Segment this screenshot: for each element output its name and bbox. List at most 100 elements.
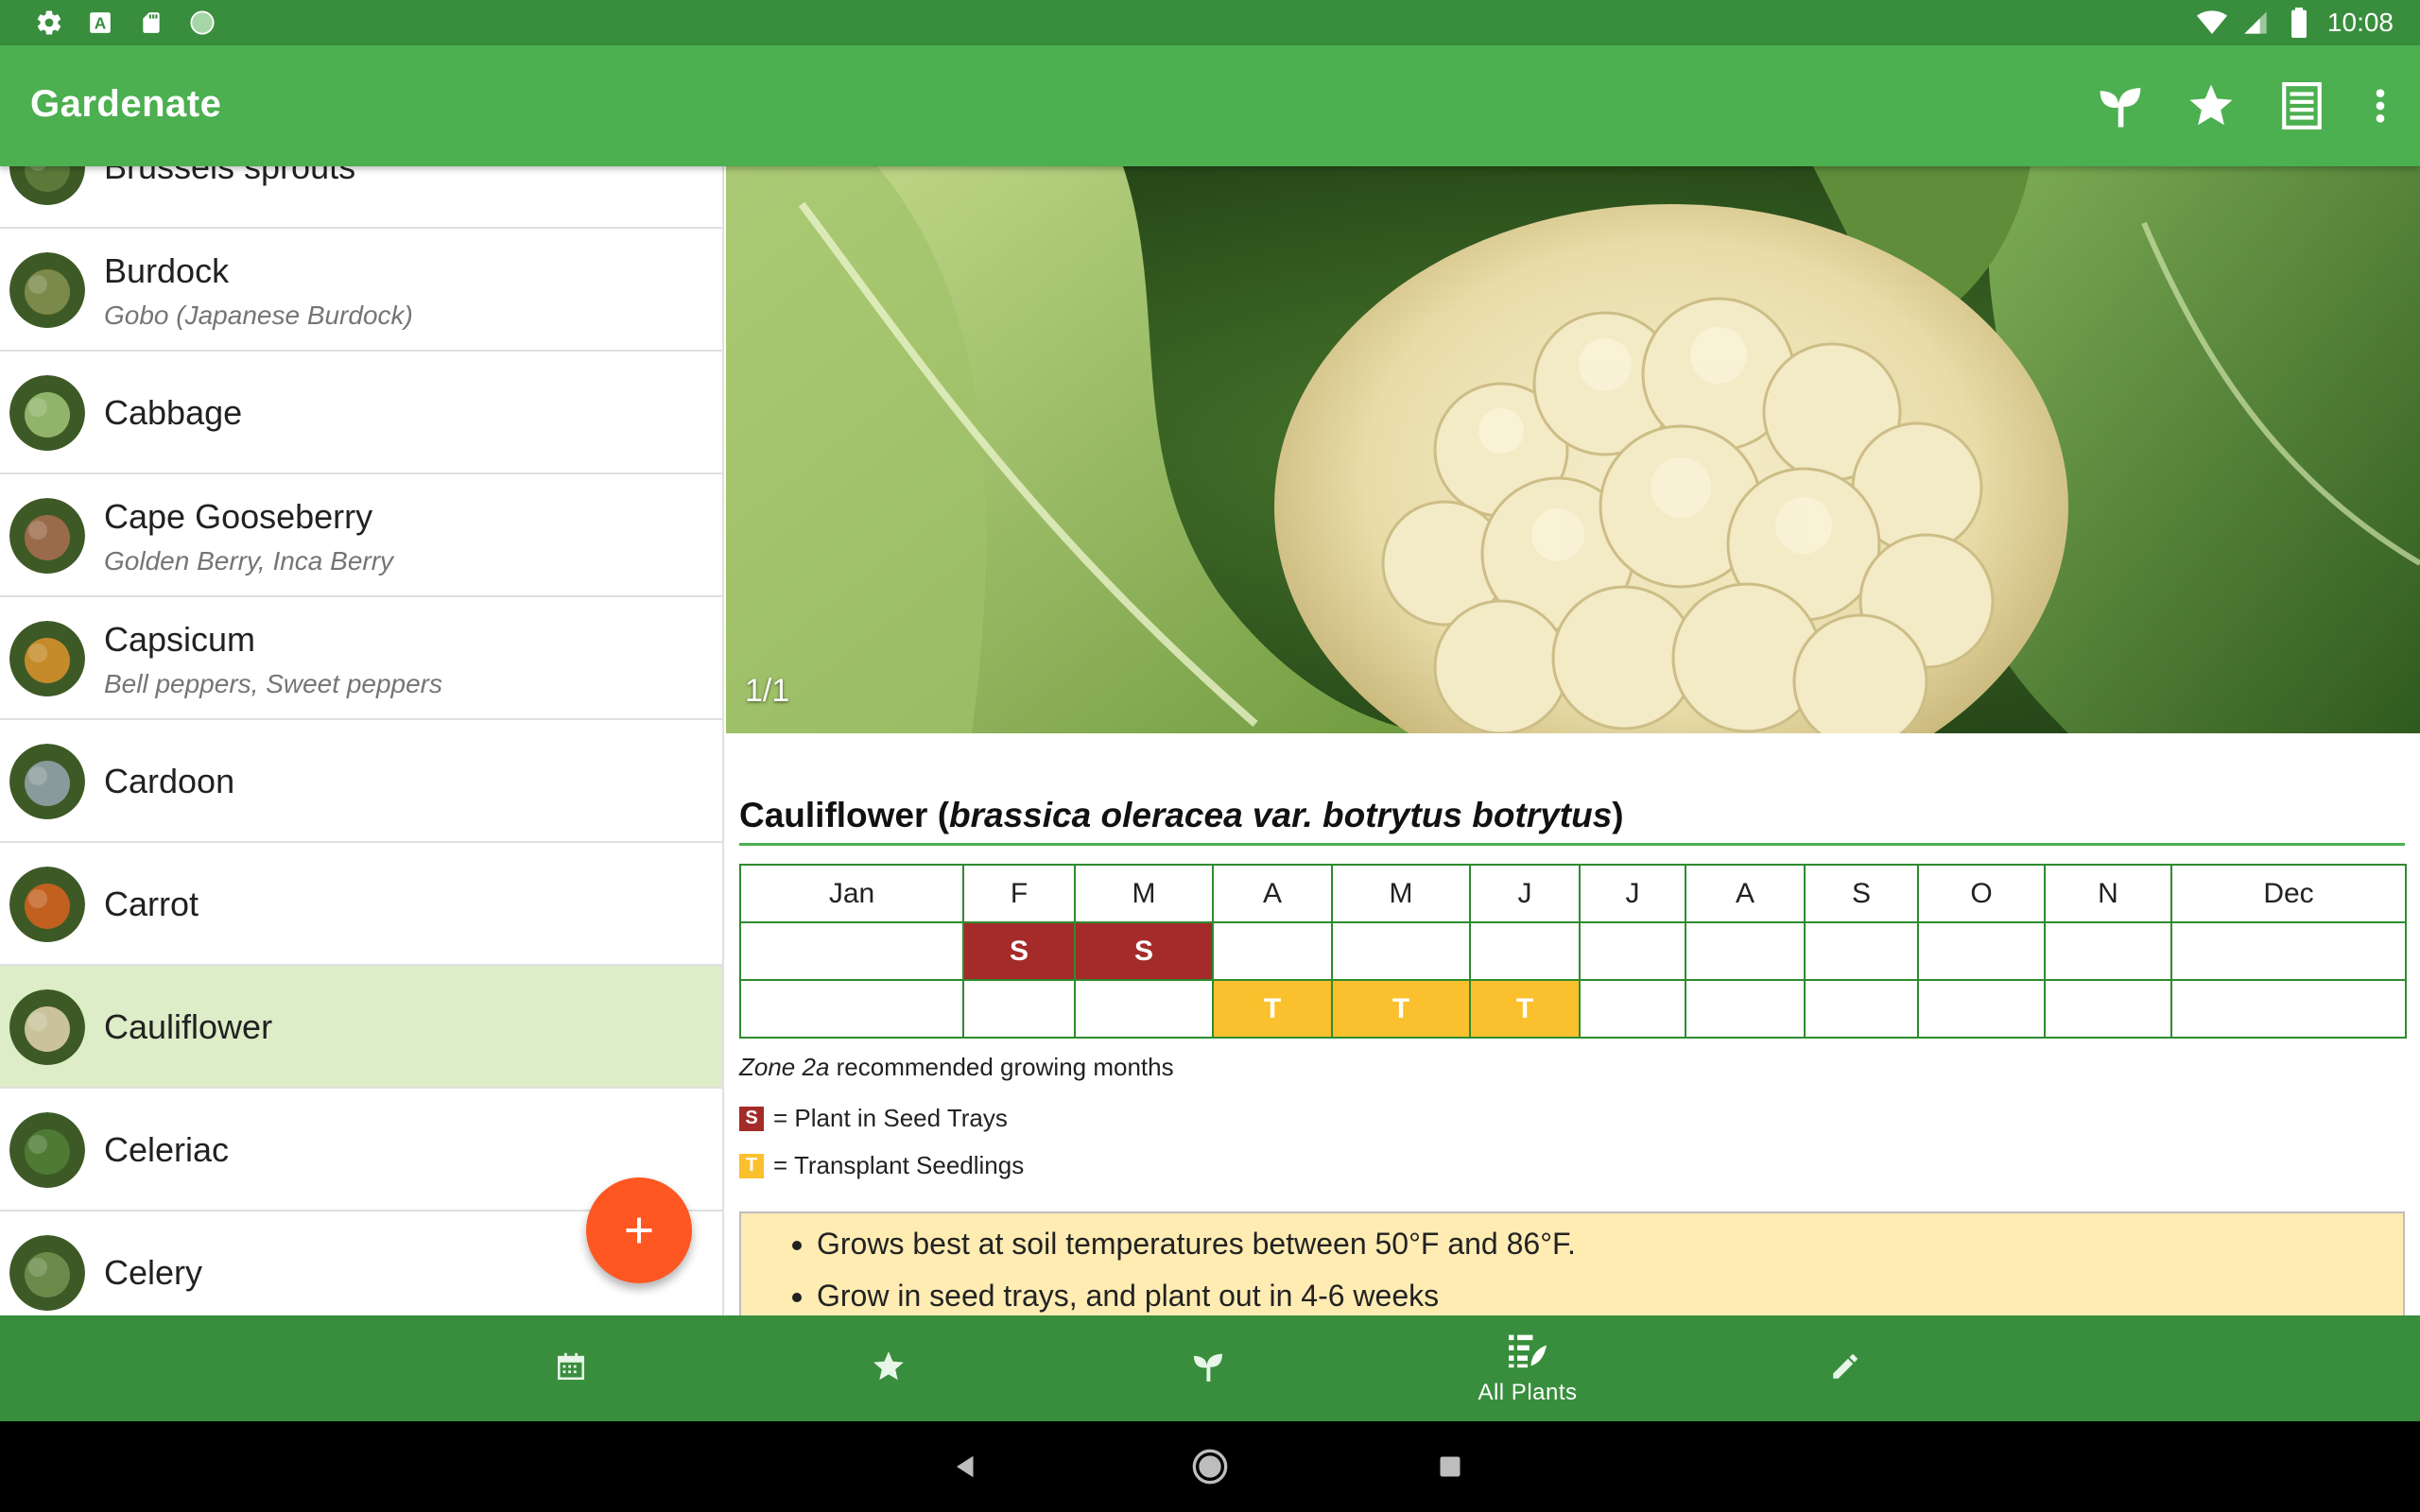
plant-list-item[interactable]: Brussels sprouts <box>0 166 722 229</box>
calendar-cell <box>1074 979 1214 1039</box>
zone-name[interactable]: Zone 2a <box>739 1053 829 1081</box>
plant-name: Cape Gooseberry <box>104 497 373 536</box>
month-header: J <box>1579 864 1686 923</box>
calendar-cell <box>2044 979 2172 1039</box>
month-header: M <box>1074 864 1214 923</box>
month-header-row: Jan F M A M J J A S O N Dec <box>739 864 2407 923</box>
system-navigation-bar <box>0 1421 2420 1512</box>
calendar-cell <box>962 979 1076 1039</box>
home-icon <box>1192 1449 1228 1485</box>
plant-list-item[interactable]: Burdock Gobo (Japanese Burdock) <box>0 229 722 352</box>
calendar-cell <box>1469 921 1581 981</box>
list-view-button[interactable] <box>2271 76 2333 136</box>
plant-thumbnail <box>9 252 85 328</box>
plant-list[interactable]: Brussels sprouts Burdock Gobo (Japanese Bu… <box>0 166 724 1315</box>
nav-notes[interactable] <box>1751 1315 1940 1421</box>
calendar-cell <box>1212 921 1333 981</box>
sd-card-icon <box>136 8 166 38</box>
all-plants-icon <box>1507 1332 1548 1374</box>
calendar-cell <box>1579 979 1686 1039</box>
nav-calendar[interactable] <box>476 1315 666 1421</box>
plant-name: Celeriac <box>104 1130 230 1169</box>
plant-thumbnail <box>9 1235 85 1311</box>
recents-button[interactable] <box>1427 1444 1473 1489</box>
plant-thumbnail <box>9 1112 85 1188</box>
bottom-navigation: All Plants <box>0 1315 2420 1421</box>
scientific-name: brassica oleracea var. botrytus botrytus <box>949 796 1613 834</box>
favorites-button[interactable] <box>2180 76 2242 136</box>
plant-alt-names: Bell peppers, Sweet peppers <box>104 669 442 698</box>
plant-name: Cauliflower <box>104 1007 273 1046</box>
plant-list-item[interactable]: Cape Gooseberry Golden Berry, Inca Berry <box>0 474 722 597</box>
sprout-icon <box>1189 1349 1227 1389</box>
svg-text:A: A <box>95 14 107 33</box>
calendar-cell <box>739 921 964 981</box>
calendar-cell <box>2170 979 2407 1039</box>
zone-suffix: recommended growing months <box>836 1053 1174 1081</box>
calendar-cell <box>1685 921 1806 981</box>
transplant-row: TTT <box>739 979 2407 1039</box>
a-icon: A <box>85 8 115 38</box>
settings-icon <box>34 8 64 38</box>
photo-counter: 1/1 <box>745 673 790 709</box>
app-title: Gardenate <box>30 83 222 125</box>
sprout-button[interactable] <box>2089 76 2152 136</box>
calendar-cell <box>1804 921 1919 981</box>
back-icon <box>957 1455 974 1478</box>
calendar-cell: S <box>1074 921 1214 981</box>
more-vert-icon <box>2376 89 2385 123</box>
month-header: Dec <box>2170 864 2407 923</box>
plant-thumbnail <box>9 621 85 696</box>
month-header: F <box>962 864 1076 923</box>
seed-legend-text: = Plant in Seed Trays <box>773 1104 1008 1132</box>
back-button[interactable] <box>943 1444 989 1489</box>
plant-alt-names: Gobo (Japanese Burdock) <box>104 301 413 330</box>
plant-photo[interactable]: 1/1 <box>726 166 2420 733</box>
nav-favorites[interactable] <box>794 1315 983 1421</box>
growing-notes: Grows best at soil temperatures between … <box>739 1211 2405 1315</box>
calendar-cell <box>1579 921 1686 981</box>
plant-list-item[interactable]: Capsicum Bell peppers, Sweet peppers <box>0 597 722 720</box>
calendar-cell <box>1685 979 1806 1039</box>
plant-list-item[interactable]: Cardoon <box>0 720 722 843</box>
month-header: A <box>1212 864 1333 923</box>
calendar-cell <box>1804 979 1919 1039</box>
calendar-cell <box>1331 921 1471 981</box>
recents-icon <box>1440 1456 1461 1477</box>
plant-list-item[interactable]: Cauliflower <box>0 966 722 1089</box>
month-header: O <box>1917 864 2046 923</box>
transplant-legend-text: = Transplant Seedlings <box>773 1151 1025 1179</box>
status-time: 10:08 <box>2326 8 2394 37</box>
signal-icon <box>2240 8 2271 38</box>
month-header: N <box>2044 864 2172 923</box>
nav-my-garden[interactable] <box>1114 1315 1303 1421</box>
calendar-cell <box>1917 921 2046 981</box>
plant-list-item[interactable]: Cabbage <box>0 352 722 474</box>
plant-name: Capsicum <box>104 620 256 659</box>
legend-transplant: T = Transplant Seedlings <box>739 1151 1024 1180</box>
plant-thumbnail <box>9 867 85 942</box>
plant-thumbnail <box>9 166 85 205</box>
month-header: J <box>1469 864 1581 923</box>
nav-all-plants[interactable]: All Plants <box>1433 1315 1622 1421</box>
sprout-icon <box>2100 88 2141 128</box>
status-bar: A 10:08 <box>0 0 2420 45</box>
month-header: S <box>1804 864 1919 923</box>
common-name: Cauliflower <box>739 796 928 834</box>
month-header: M <box>1331 864 1471 923</box>
legend-seed: S = Plant in Seed Trays <box>739 1104 1008 1133</box>
home-button[interactable] <box>1187 1444 1233 1489</box>
pencil-icon <box>1829 1350 1861 1387</box>
cauliflower-image <box>726 166 2420 733</box>
plant-detail: 1/1 Cauliflower (brassica oleracea var. … <box>726 166 2420 1315</box>
month-header: Jan <box>739 864 964 923</box>
seed-tray-row: SS <box>739 921 2407 981</box>
add-plant-button[interactable] <box>586 1177 692 1283</box>
overflow-menu-button[interactable] <box>2361 76 2399 136</box>
calendar-cell: T <box>1212 979 1333 1039</box>
transplant-legend-box: T <box>739 1153 764 1178</box>
plant-thumbnail <box>9 375 85 451</box>
growing-note: Grow in seed trays, and plant out in 4-6… <box>817 1279 1576 1314</box>
battery-icon <box>2284 8 2314 38</box>
plant-list-item[interactable]: Carrot <box>0 843 722 966</box>
